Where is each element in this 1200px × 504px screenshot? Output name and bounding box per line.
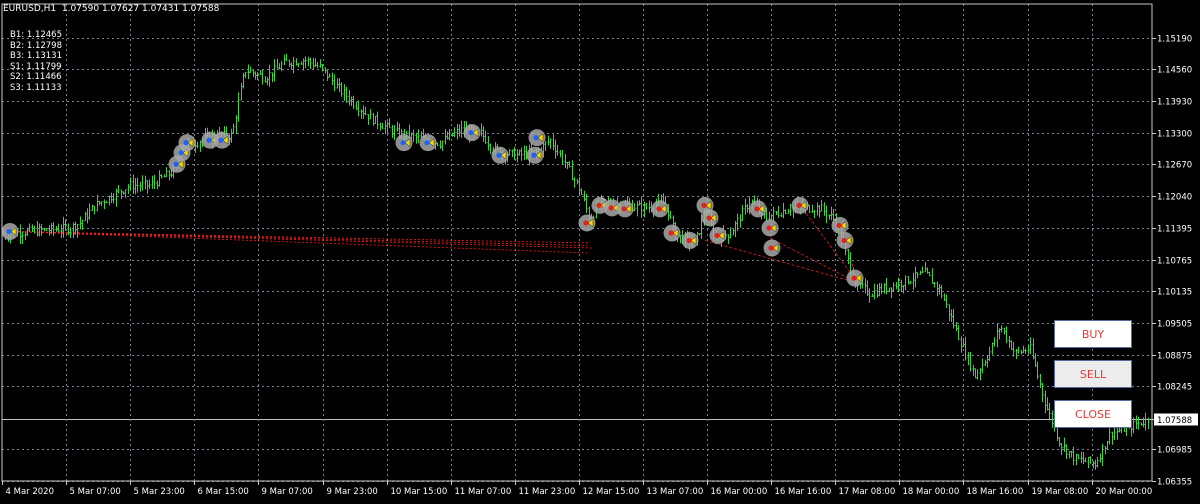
price-chart[interactable]: 1.15190 1.14560 1.13930 1.13300 1.12670 1.120… [0,0,1200,500]
sell-arrow-icon [616,200,634,218]
y-tick-label: 1.10135 [1157,288,1192,298]
y-tick-label: 1.14560 [1157,66,1192,76]
sell-arrow-icon [701,209,719,227]
x-tick-label: 17 Mar 08:00 [839,487,896,497]
x-tick-label: 11 Mar 23:00 [519,487,576,497]
sell-arrow-icon [651,200,669,218]
sell-arrow-icon [709,226,727,244]
y-tick-label: 1.12670 [1157,161,1192,171]
buy-arrow-icon [463,124,481,142]
sell-arrow-icon [836,231,854,249]
symbol-label: EURUSD,H1 [3,4,57,14]
x-tick-label: 9 Mar 23:00 [327,487,378,497]
buy-button[interactable]: BUY [1054,320,1132,348]
buy-arrow-icon [528,129,546,147]
y-tick-label: 1.06355 [1157,478,1192,488]
buy-arrow-icon [1,222,19,240]
ohlc-values: 1.07590 1.07627 1.07431 1.07588 [61,4,220,14]
y-tick-label: 1.15190 [1157,35,1192,45]
x-tick-label: 4 Mar 2020 [6,487,54,497]
sell-arrow-icon [681,231,699,249]
x-tick-label: 5 Mar 23:00 [134,487,185,497]
y-tick-label: 1.11395 [1157,225,1192,235]
close-button[interactable]: CLOSE [1054,400,1132,428]
y-tick-label: 1.09505 [1157,320,1192,330]
y-tick-label: 1.10765 [1157,257,1192,267]
y-tick-label: 1.08245 [1157,383,1192,393]
sell-arrow-icon [578,214,596,232]
buy-arrow-icon [491,146,509,164]
sell-arrow-icon [846,269,864,287]
level-b2: B2: 1.12798 [10,40,62,51]
sell-arrow-icon [763,239,781,257]
buy-arrow-icon [419,134,437,152]
x-tick-label: 16 Mar 16:00 [775,487,832,497]
sell-arrow-icon [749,200,767,218]
x-tick-label: 13 Mar 07:00 [647,487,704,497]
x-tick-label: 6 Mar 15:00 [198,487,249,497]
x-tick-label: 12 Mar 15:00 [583,487,640,497]
x-tick-label: 11 Mar 07:00 [455,487,512,497]
current-price-label: 1.07588 [1157,416,1192,426]
chart-canvas[interactable]: 1.15190 1.14560 1.13930 1.13300 1.12670 1.120… [0,0,1200,500]
level-b3: B3: 1.13131 [10,51,62,62]
x-tick-label: 18 Mar 16:00 [967,487,1024,497]
y-tick-label: 1.06985 [1157,446,1192,456]
level-s3: S3: 1.11133 [10,82,62,93]
sell-arrow-icon [761,219,779,237]
level-b1: B1: 1.12465 [10,30,62,40]
y-tick-label: 1.13930 [1157,98,1192,108]
sell-arrow-icon [663,224,681,242]
x-tick-label: 10 Mar 15:00 [391,487,448,497]
x-tick-label: 5 Mar 07:00 [70,487,121,497]
y-tick-label: 1.12040 [1157,193,1192,203]
x-tick-label: 20 Mar 00:00 [1096,487,1153,497]
x-tick-label: 19 Mar 08:00 [1032,487,1089,497]
x-tick-label: 16 Mar 00:00 [711,487,768,497]
buy-arrow-icon [395,134,413,152]
sell-arrow-icon [831,216,849,234]
levels-panel: B1: 1.12465 B2: 1.12798 B3: 1.13131 S1: … [10,30,62,94]
sell-button[interactable]: SELL [1054,360,1132,388]
buy-arrow-icon [213,131,231,149]
level-s1: S1: 1.11799 [10,61,62,72]
chart-title: EURUSD,H1 1.07590 1.07627 1.07431 1.0758… [3,4,219,14]
buy-arrow-icon [178,134,196,152]
x-tick-label: 18 Mar 00:00 [903,487,960,497]
level-s2: S2: 1.11466 [10,72,62,83]
y-tick-label: 1.13300 [1157,130,1192,140]
y-tick-label: 1.08875 [1157,352,1192,362]
x-tick-label: 9 Mar 07:00 [262,487,313,497]
sell-arrow-icon [791,196,809,214]
buy-arrow-icon [526,146,544,164]
